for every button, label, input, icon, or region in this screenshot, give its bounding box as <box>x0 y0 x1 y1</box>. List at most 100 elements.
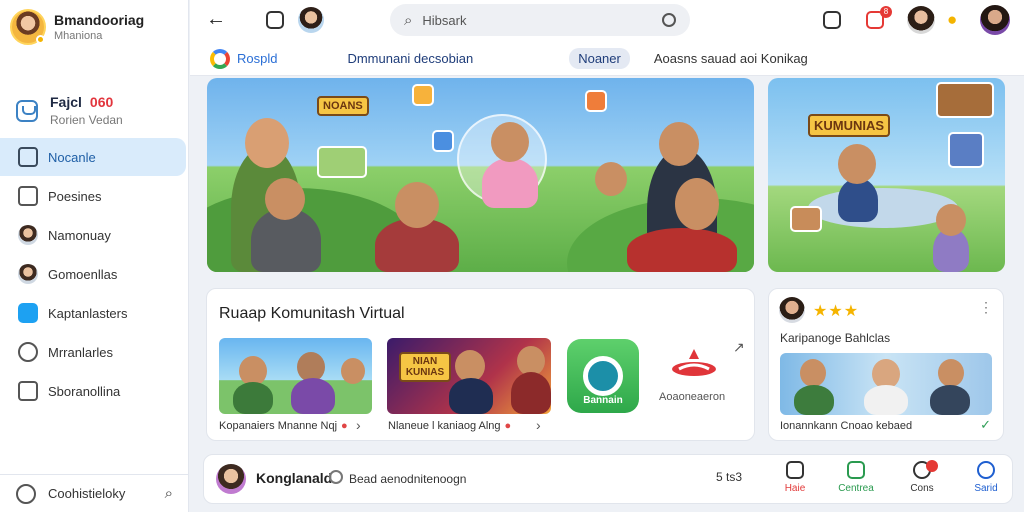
gear-icon[interactable] <box>329 470 343 484</box>
thumbnail-caption[interactable]: Nlaneue l kaniaog Alng ● <box>388 420 511 432</box>
sub-title[interactable]: Dmmunani decsobian <box>347 51 473 66</box>
sidebar-item-label: Nocanle <box>48 149 96 165</box>
notification-badge <box>926 460 938 472</box>
character-head <box>838 144 876 184</box>
chevron-right-icon[interactable]: › <box>356 417 361 433</box>
sidebar-item-label: Sboranollina <box>48 383 121 399</box>
person-avatar-icon <box>18 225 38 245</box>
profile-subtitle: Mhaniona <box>54 30 103 42</box>
banner-sign: NOANS <box>317 96 369 116</box>
status-dot-icon <box>36 35 45 44</box>
character-head <box>491 122 529 162</box>
camera-icon[interactable] <box>266 11 284 29</box>
search-input[interactable]: Hibsark <box>422 13 466 28</box>
character-head <box>341 358 365 384</box>
sidebar-item-namonuay[interactable]: Namonuay <box>0 216 187 254</box>
arrow-right-icon[interactable]: ↗ <box>733 339 745 356</box>
app-tile[interactable]: Bannain <box>567 339 639 413</box>
community-heading: Ruaap Komunitash Virtual <box>219 305 405 322</box>
partner-label[interactable]: Aoaoneaeron <box>659 391 725 403</box>
character-head <box>265 178 305 220</box>
caption-text: Kopanaiers Mnanne Nqj <box>219 420 338 432</box>
bell-icon[interactable]: ● <box>947 10 957 30</box>
sidebar-footer-label[interactable]: Coohistieloky <box>48 486 125 501</box>
character-body <box>930 385 970 415</box>
rating-title: Karipanoge Bahlclas <box>780 331 891 345</box>
sidebar-item-label: Kaptanlasters <box>48 305 128 321</box>
cup-icon <box>16 99 38 122</box>
sub-brand[interactable]: Rospld <box>237 51 277 66</box>
bottom-nav-label: Cons <box>910 483 934 494</box>
bottom-nav-label: Haie <box>784 483 806 494</box>
clipboard-icon[interactable] <box>823 11 841 29</box>
profile-avatar[interactable] <box>10 9 46 45</box>
character-head <box>595 162 627 196</box>
notification-badge: 8 <box>880 6 892 18</box>
thumbnail-caption[interactable]: Kopanaiers Mnanne Nqj ● <box>219 420 348 432</box>
calendar-icon <box>18 186 38 206</box>
feature-subtitle: Rorien Vedan <box>50 113 123 127</box>
feature-count: 060 <box>89 94 114 110</box>
character-man-front <box>627 228 737 272</box>
feature-block[interactable]: Fajcl 060 Rorien Vedan <box>16 94 123 127</box>
sub-right-link[interactable]: Aoasns sauad aoi Konikag <box>654 51 808 66</box>
sidebar-item-mrranlarles[interactable]: Mrranlarles <box>0 333 187 371</box>
chevron-right-icon[interactable]: › <box>536 417 541 433</box>
community-thumbnail[interactable] <box>219 338 372 414</box>
sidebar-item-gomoenllas[interactable]: Gomoenllas <box>0 255 187 293</box>
character-center <box>482 158 538 208</box>
rating-caption[interactable]: Ionannkann Cnoao kebaed <box>780 420 912 432</box>
sidebar-item-poesines[interactable]: Poesines <box>0 177 187 215</box>
feature-title: Fajcl <box>50 94 82 110</box>
rating-image[interactable] <box>780 353 992 415</box>
bottom-message[interactable]: Bead aenodnitenoogn <box>349 472 466 486</box>
board-icon <box>790 206 822 232</box>
character-head <box>800 359 826 387</box>
app-tile-label: Bannain <box>583 395 623 406</box>
sticker-icon <box>412 84 434 106</box>
rating-stars: ★★★ <box>813 303 860 320</box>
photo-frame-icon <box>948 132 984 168</box>
photo-frame-icon <box>936 82 994 118</box>
character-body <box>449 378 493 414</box>
back-arrow-icon[interactable]: ← <box>206 8 226 31</box>
search-bar[interactable]: ⌕ Hibsark <box>390 4 690 36</box>
bottom-nav-label: Centrea <box>838 483 874 494</box>
character-head <box>245 118 289 168</box>
hero-banner[interactable]: NOANS <box>207 78 754 272</box>
people-icon <box>18 342 38 362</box>
sidebar-item-nocanle[interactable]: Nocanle <box>0 138 186 176</box>
sidebar-item-kaptanlasters[interactable]: Kaptanlasters <box>0 294 187 332</box>
thumbnail-sign: NIAN KUNIAS <box>399 352 451 382</box>
profile[interactable]: Bmandooriag Mhaniona <box>10 9 144 45</box>
user-avatar[interactable] <box>216 464 246 494</box>
side-banner[interactable]: KUMUNIAS <box>768 78 1005 272</box>
bottom-nav-haie[interactable]: Haie <box>770 461 820 494</box>
sidebar-item-sboranollina[interactable]: Sboranollina <box>0 372 187 410</box>
search-icon: ⌕ <box>404 11 413 29</box>
character-body <box>511 372 551 414</box>
photo-frame-icon <box>317 146 367 178</box>
community-thumbnail[interactable]: NIAN KUNIAS <box>387 338 551 414</box>
account-avatar[interactable] <box>980 5 1010 35</box>
tab-pill[interactable]: Noaner <box>569 48 630 69</box>
mic-icon[interactable] <box>662 13 676 27</box>
list-icon <box>18 381 38 401</box>
more-options-icon[interactable]: ⋮ <box>979 299 993 316</box>
bird-icon <box>18 303 38 323</box>
character-head <box>659 122 699 166</box>
google-logo-icon <box>210 48 230 69</box>
search-icon[interactable]: ⌕ <box>165 485 173 502</box>
friend-avatar[interactable] <box>907 6 935 34</box>
bottom-nav-label: Sarid <box>974 483 998 494</box>
bottom-username[interactable]: Konglanald <box>256 470 332 486</box>
circle-icon <box>977 461 995 479</box>
group-avatar-icon <box>18 264 38 284</box>
reviewer-avatar[interactable] <box>779 297 805 323</box>
settings-icon[interactable] <box>16 483 36 504</box>
bottom-nav-cons[interactable]: Cons <box>897 461 947 494</box>
bottom-nav-centrea[interactable]: Centrea <box>831 461 881 494</box>
user-avatar[interactable] <box>298 7 324 33</box>
bottom-nav-sarid[interactable]: Sarid <box>961 461 1011 494</box>
character-head <box>395 182 439 228</box>
